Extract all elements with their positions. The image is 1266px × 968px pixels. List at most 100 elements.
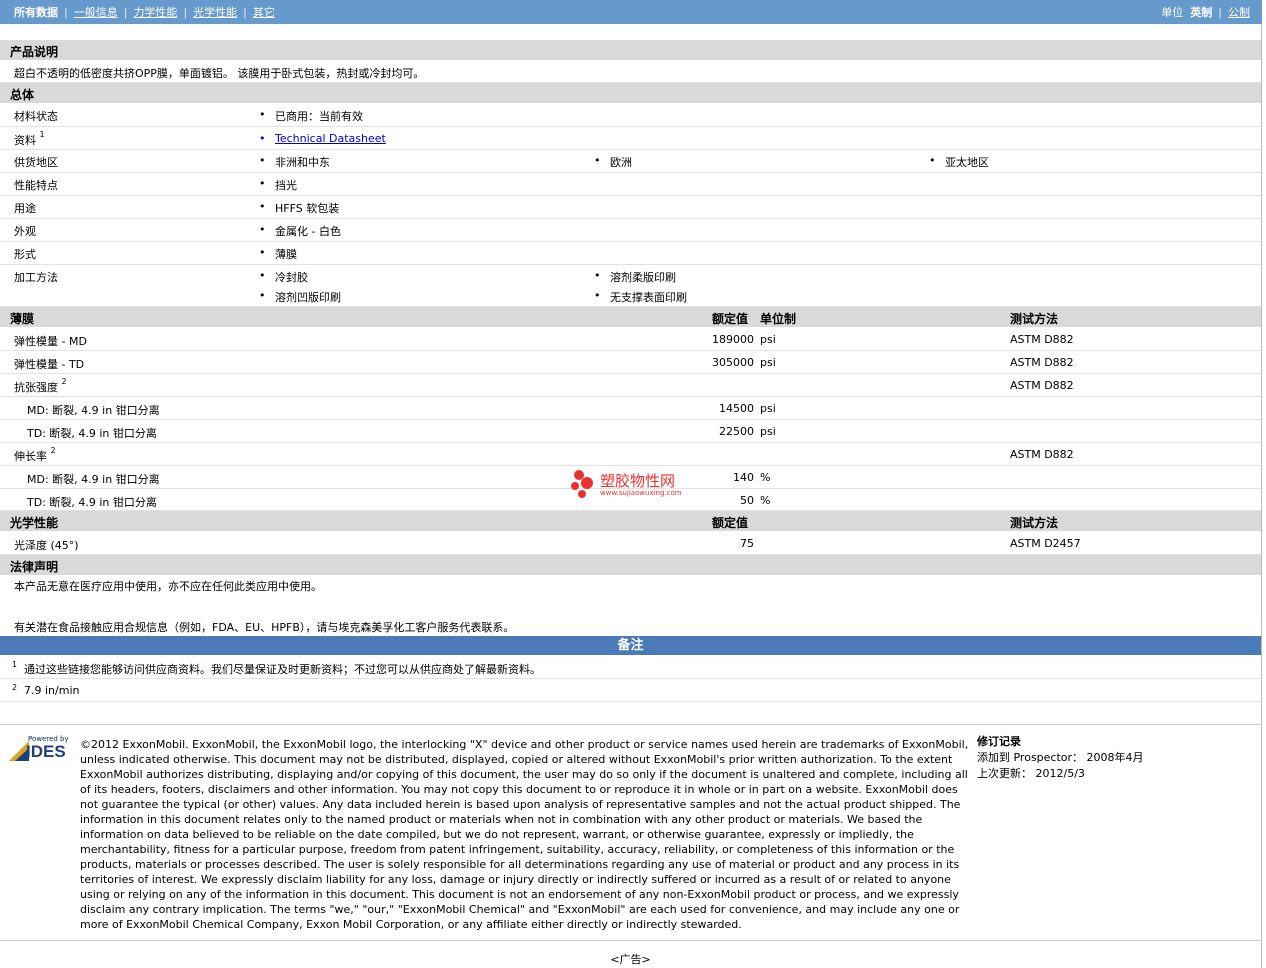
row-label: 外观 (14, 225, 36, 238)
general-row-processing: 加工方法 冷封胶 溶剂柔版印刷 溶剂凹版印刷 无支撑表面印刷 (0, 265, 1261, 307)
test-method: ASTM D2457 (1010, 537, 1081, 550)
technical-datasheet-link[interactable]: Technical Datasheet (259, 132, 386, 145)
revision-updated: 上次更新： 2012/5/3 (977, 767, 1085, 780)
property-label: TD: 断裂, 4.9 in 钳口分离 (27, 496, 157, 509)
property-label: 伸长率 2 (14, 446, 56, 463)
section-legal-notice: 法律声明 (0, 555, 1261, 575)
row-value: 非洲和中东 (259, 154, 330, 170)
general-row-uses: 用途 HFFS 软包装 (0, 196, 1261, 219)
test-method: ASTM D882 (1010, 356, 1074, 369)
divider (0, 940, 1261, 941)
property-value: 50 (740, 494, 754, 507)
ides-logo: Powered by IDES (8, 735, 72, 761)
property-label: TD: 断裂, 4.9 in 钳口分离 (27, 427, 157, 440)
column-header-method: 测试方法 (1010, 516, 1059, 530)
product-description-text: 超白不透明的低密度共挤OPP膜，单面镀铝。 该膜用于卧式包装，热封或冷封均可。 (14, 67, 425, 80)
property-unit: % (760, 471, 771, 484)
table-row: 弹性模量 - TD 305000 psi ASTM D882 (0, 351, 1261, 374)
column-header-nominal: 额定值 (712, 312, 749, 326)
column-header-nominal: 额定值 (712, 516, 749, 530)
table-row: MD: 断裂, 4.9 in 钳口分离 14500 psi (0, 397, 1261, 420)
row-value: 溶剂柔版印刷 (594, 269, 676, 285)
unit-metric-link[interactable]: 公制 (1228, 6, 1250, 19)
property-label: 抗张强度 2 (14, 377, 67, 394)
general-row-form: 形式 薄膜 (0, 242, 1261, 265)
units-label: 单位 (1161, 6, 1184, 19)
row-label: 形式 (14, 248, 36, 261)
table-row: TD: 断裂, 4.9 in 钳口分离 22500 psi (0, 420, 1261, 443)
test-method: ASTM D882 (1010, 333, 1074, 346)
watermark-url: www.sujiaowuxing.com (600, 489, 682, 497)
row-value: 金属化 - 白色 (259, 223, 341, 239)
property-label: 弹性模量 - TD (14, 358, 85, 371)
revision-added: 添加到 Prospector： 2008年4月 (977, 751, 1144, 764)
row-value: 亚太地区 (929, 154, 989, 170)
note-text: 通过这些链接您能够访问供应商资料。我们尽量保证及时更新资料；不过您可以从供应商处… (24, 663, 541, 676)
revision-history: 修订记录 添加到 Prospector： 2008年4月 上次更新： 2012/… (977, 734, 1144, 782)
property-value: 305000 (712, 356, 754, 369)
table-row: 光泽度 (45°) 75 ASTM D2457 (0, 532, 1261, 555)
watermark-name: 塑胶物性网 (600, 472, 676, 490)
table-row: 弹性模量 - MD 189000 psi ASTM D882 (0, 328, 1261, 351)
property-unit: psi (760, 402, 776, 415)
nav-tabs: 所有数据 | 一般信息 | 力学性能 | 光学性能 | 其它 (14, 4, 275, 20)
property-value: 75 (740, 537, 754, 550)
notes-heading: 备注 (617, 638, 644, 653)
section-heading: 法律声明 (10, 560, 59, 574)
tab-optical[interactable]: 光学性能 (193, 6, 237, 19)
row-label: 性能特点 (14, 179, 58, 192)
unit-switcher: 单位 英制 | 公制 (1161, 6, 1250, 19)
general-row-appearance: 外观 金属化 - 白色 (0, 219, 1261, 242)
row-label: 资料 1 (14, 130, 45, 147)
general-row-regions: 供货地区 非洲和中东 欧洲 亚太地区 (0, 150, 1261, 173)
divider (0, 724, 1261, 725)
section-optical: 光学性能 额定值 测试方法 (0, 511, 1261, 531)
note-item: 1 通过这些链接您能够访问供应商资料。我们尽量保证及时更新资料；不过您可以从供应… (0, 656, 1261, 679)
property-unit: psi (760, 333, 776, 346)
tab-all-data[interactable]: 所有数据 (14, 4, 58, 20)
property-value: 189000 (712, 333, 754, 346)
unit-english: 英制 (1190, 6, 1213, 19)
note-text: 7.9 in/min (24, 684, 80, 697)
test-method: ASTM D882 (1010, 448, 1074, 461)
row-label: 供货地区 (14, 156, 58, 169)
row-value: 无支撑表面印刷 (594, 289, 687, 305)
logo-name: IDES (26, 742, 66, 761)
general-row-status: 材料状态 已商用：当前有效 (0, 103, 1261, 127)
row-label: 材料状态 (14, 110, 58, 123)
revision-heading: 修订记录 (977, 735, 1021, 748)
legal-line-food-contact: 有关潜在食品接触应用合规信息（例如，FDA、EU、HPFB），请与埃克森美孚化工… (14, 621, 515, 634)
note-number: 1 (12, 660, 18, 669)
row-label: 用途 (14, 202, 36, 215)
top-nav-bar: 所有数据 | 一般信息 | 力学性能 | 光学性能 | 其它 单位 英制 | 公制 (0, 0, 1262, 24)
property-unit: psi (760, 425, 776, 438)
row-value: 欧洲 (594, 154, 632, 170)
right-border (1261, 24, 1262, 968)
table-row: 伸长率 2 ASTM D882 (0, 443, 1261, 466)
column-header-method: 测试方法 (1010, 312, 1059, 326)
row-value: 薄膜 (259, 246, 297, 262)
row-value: 冷封胶 (259, 269, 308, 285)
property-label: MD: 断裂, 4.9 in 钳口分离 (27, 404, 160, 417)
general-row-features: 性能特点 挡光 (0, 173, 1261, 196)
note-number: 2 (12, 683, 18, 692)
tab-other[interactable]: 其它 (253, 6, 275, 19)
test-method: ASTM D882 (1010, 379, 1074, 392)
legal-line-medical: 本产品无意在医疗应用中使用，亦不应在任何此类应用中使用。 (14, 580, 322, 593)
tab-general-info[interactable]: 一般信息 (74, 6, 118, 19)
section-film: 薄膜 额定值 单位制 测试方法 (0, 307, 1261, 327)
ad-placeholder: <广告> (610, 953, 651, 966)
copyright-text: ©2012 ExxonMobil. ExxonMobil, the ExxonM… (80, 738, 969, 931)
section-general: 总体 (0, 83, 1261, 103)
notes-bar: 备注 (0, 636, 1261, 655)
property-value: 22500 (719, 425, 754, 438)
general-row-source: 资料 1 Technical Datasheet (0, 127, 1261, 150)
tab-mechanical[interactable]: 力学性能 (133, 6, 177, 19)
property-unit: psi (760, 356, 776, 369)
property-label: MD: 断裂, 4.9 in 钳口分离 (27, 473, 160, 486)
table-row: 抗张强度 2 ASTM D882 (0, 374, 1261, 397)
product-description-row: 超白不透明的低密度共挤OPP膜，单面镀铝。 该膜用于卧式包装，热封或冷封均可。 (0, 60, 1261, 83)
row-value: 挡光 (259, 177, 297, 193)
watermark-logo: 塑胶物性网 www.sujiaowuxing.com (570, 468, 710, 502)
section-heading: 薄膜 (10, 312, 35, 326)
